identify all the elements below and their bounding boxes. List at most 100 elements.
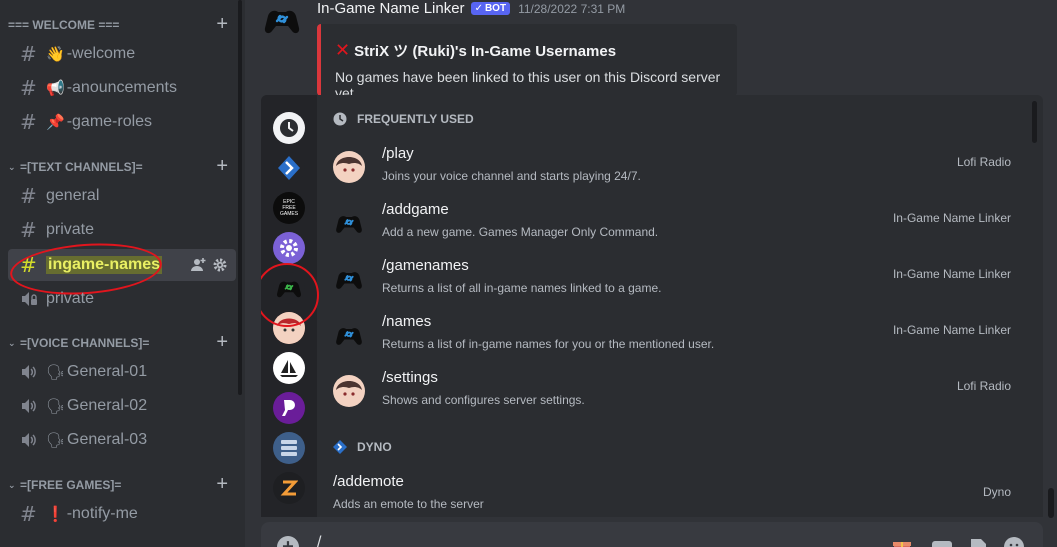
command-description: Returns a list of all in-game names link… bbox=[382, 281, 662, 295]
channel-name: -game-roles bbox=[66, 113, 153, 130]
channel-name: private bbox=[46, 221, 95, 238]
command-description: Adds an emote to the server bbox=[333, 497, 484, 511]
emoji-icon[interactable] bbox=[1003, 536, 1025, 547]
command-settings[interactable]: /settings Shows and configures server se… bbox=[317, 367, 1027, 423]
locked-hash-icon: # bbox=[20, 218, 37, 242]
add-attachment-button[interactable]: + bbox=[277, 536, 299, 547]
bot-badge-label: BOT bbox=[484, 3, 507, 14]
sailboat-icon[interactable] bbox=[273, 352, 305, 384]
message-input-bar: + / bbox=[261, 522, 1043, 547]
channel-general-01[interactable]: 🗣 General-01 bbox=[8, 356, 236, 388]
z-logo-icon[interactable] bbox=[273, 472, 305, 504]
anime-avatar bbox=[333, 375, 365, 407]
channel-general-02[interactable]: 🗣 General-02 bbox=[8, 390, 236, 422]
channel-private[interactable]: # private bbox=[8, 214, 236, 246]
category-label: =[FREE GAMES]= bbox=[20, 478, 122, 492]
category-label: =[TEXT CHANNELS]= bbox=[20, 160, 143, 174]
create-channel-button[interactable]: + bbox=[216, 155, 228, 178]
gift-icon[interactable] bbox=[891, 536, 913, 547]
command-source: In-Game Name Linker bbox=[892, 323, 1011, 337]
anime-avatar-icon[interactable] bbox=[273, 312, 305, 344]
gear-bot-icon[interactable] bbox=[273, 232, 305, 264]
hash-icon: # bbox=[20, 253, 37, 277]
channel-private-voice[interactable]: private bbox=[8, 283, 236, 315]
create-channel-button[interactable]: + bbox=[216, 331, 228, 354]
channel-general[interactable]: # general bbox=[8, 180, 236, 212]
command-play[interactable]: /play Joins your voice channel and start… bbox=[317, 143, 1027, 199]
server-list-icon[interactable] bbox=[273, 432, 305, 464]
locked-speaker-icon bbox=[20, 291, 46, 307]
sidebar-scrollbar[interactable] bbox=[238, 0, 242, 395]
message-embed: ✕ StriX ツ (Ruki)'s In-Game Usernames No … bbox=[317, 24, 737, 101]
message-area: In-Game Name Linker ✓ BOT 11/28/2022 7:3… bbox=[245, 0, 1057, 547]
category-text-channels[interactable]: ⌄ =[TEXT CHANNELS]= + bbox=[8, 155, 236, 178]
embed-title: ✕ StriX ツ (Ruki)'s In-Game Usernames bbox=[335, 40, 616, 61]
command-name: /addemote bbox=[333, 473, 404, 490]
dyno-icon[interactable] bbox=[273, 152, 305, 184]
command-description: Returns a list of in-game names for you … bbox=[382, 337, 715, 351]
message-input[interactable]: / bbox=[317, 534, 321, 547]
popup-scrollbar[interactable] bbox=[1032, 101, 1037, 143]
channel-game-roles[interactable]: # 📌 -game-roles bbox=[8, 106, 236, 138]
epic-free-games-icon[interactable]: EPIC FREE GAMES bbox=[273, 192, 305, 224]
channel-welcome[interactable]: # 👋 -welcome bbox=[8, 38, 236, 70]
controller-link-avatar bbox=[333, 319, 365, 351]
channel-anouncements[interactable]: # 📢 -anouncements bbox=[8, 72, 236, 104]
category-voice-channels[interactable]: ⌄ =[VOICE CHANNELS]= + bbox=[8, 331, 236, 354]
command-names[interactable]: /names Returns a list of in-game names f… bbox=[317, 311, 1027, 367]
command-source: In-Game Name Linker bbox=[892, 211, 1011, 225]
controller-link-icon[interactable] bbox=[273, 272, 305, 304]
channel-general-03[interactable]: 🗣 General-03 bbox=[8, 424, 236, 456]
create-channel-button[interactable]: + bbox=[216, 473, 228, 496]
wave-emoji: 👋 bbox=[46, 45, 65, 63]
command-list: FREQUENTLY USED /play Joins your voice c… bbox=[317, 95, 1027, 517]
channel-name: -anouncements bbox=[66, 79, 177, 96]
command-source: Lofi Radio bbox=[956, 379, 1011, 393]
command-name: /play bbox=[382, 145, 414, 162]
embed-title-text: StriX ツ (Ruki)'s In-Game Usernames bbox=[354, 43, 617, 60]
message-header: In-Game Name Linker ✓ BOT 11/28/2022 7:3… bbox=[317, 0, 625, 17]
command-source: In-Game Name Linker bbox=[892, 267, 1011, 281]
invite-member-icon[interactable] bbox=[190, 257, 206, 273]
hash-icon: # bbox=[20, 42, 37, 66]
channel-name: General-01 bbox=[67, 363, 148, 380]
channel-notify-me[interactable]: # ❗ -notify-me bbox=[8, 498, 236, 530]
chevron-down-icon: ⌄ bbox=[8, 479, 16, 490]
command-name: /addgame bbox=[382, 201, 449, 218]
exclamation-emoji: ❗ bbox=[46, 505, 65, 523]
clock-icon bbox=[333, 112, 347, 126]
command-name: /settings bbox=[382, 369, 438, 386]
chevron-down-icon: ⌄ bbox=[8, 161, 16, 172]
gear-icon[interactable] bbox=[212, 257, 228, 273]
bot-badge: ✓ BOT bbox=[470, 2, 511, 15]
channel-name: -notify-me bbox=[66, 505, 138, 522]
category-label: =[VOICE CHANNELS]= bbox=[20, 336, 150, 350]
command-description: Shows and configures server settings. bbox=[382, 393, 585, 407]
p-logo-icon[interactable] bbox=[273, 392, 305, 424]
controller-link-avatar bbox=[333, 207, 365, 239]
channel-name: General-02 bbox=[67, 397, 148, 414]
megaphone-emoji: 📢 bbox=[46, 79, 65, 97]
message-author[interactable]: In-Game Name Linker bbox=[317, 0, 465, 17]
category-free-games[interactable]: ⌄ =[FREE GAMES]= + bbox=[8, 473, 236, 496]
chat-scrollbar[interactable] bbox=[1048, 488, 1054, 518]
bot-avatar[interactable] bbox=[262, 2, 302, 38]
command-addemote[interactable]: /addemote Adds an emote to the server Dy… bbox=[317, 471, 1027, 517]
section-frequently-used: FREQUENTLY USED bbox=[333, 109, 474, 129]
create-channel-button[interactable]: + bbox=[216, 13, 228, 36]
channel-ingame-names[interactable]: # ingame-names bbox=[8, 249, 236, 281]
app-rail: EPIC FREE GAMES bbox=[261, 95, 317, 517]
command-gamenames[interactable]: /gamenames Returns a list of all in-game… bbox=[317, 255, 1027, 311]
chevron-down-icon: ⌄ bbox=[8, 337, 16, 348]
category-welcome[interactable]: === WELCOME === + bbox=[8, 13, 236, 36]
gif-icon[interactable] bbox=[931, 536, 953, 547]
sticker-icon[interactable] bbox=[967, 536, 989, 547]
section-label: FREQUENTLY USED bbox=[357, 112, 474, 126]
command-name: /gamenames bbox=[382, 257, 469, 274]
clock-icon[interactable] bbox=[273, 112, 305, 144]
command-addgame[interactable]: /addgame Add a new game. Games Manager O… bbox=[317, 199, 1027, 255]
command-description: Add a new game. Games Manager Only Comma… bbox=[382, 225, 659, 239]
speaker-icon bbox=[20, 398, 46, 414]
hash-icon: # bbox=[20, 110, 37, 134]
anime-avatar bbox=[333, 151, 365, 183]
